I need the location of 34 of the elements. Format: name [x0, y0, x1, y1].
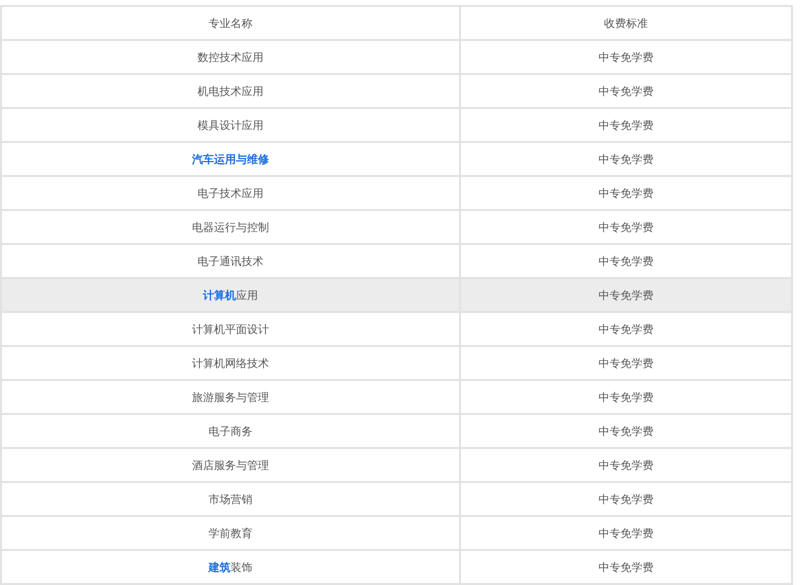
table-cell: 中专免学费 — [460, 312, 792, 346]
major-name: 电子技术应用 — [198, 186, 264, 200]
major-name: 电器运行与控制 — [192, 220, 269, 234]
table-cell: 中专免学费 — [460, 482, 792, 516]
table-cell: 中专免学费 — [460, 278, 792, 312]
major-name: 电子商务 — [208, 424, 252, 438]
major-name: 学前教育 — [208, 526, 252, 540]
table-cell: 中专免学费 — [460, 108, 792, 142]
major-link[interactable]: 汽车运用与维修 — [192, 152, 269, 166]
table-cell: 中专免学费 — [460, 176, 792, 210]
table-cell: 中专免学费 — [460, 380, 792, 414]
table-cell: 中专免学费 — [460, 346, 792, 380]
major-name: 电子通讯技术 — [198, 254, 264, 268]
table-cell: 中专免学费 — [460, 142, 792, 176]
table-cell: 中专免学费 — [460, 414, 792, 448]
table-cell: 中专免学费 — [460, 516, 792, 550]
major-name: 模具设计应用 — [198, 118, 264, 132]
column-header: 专业名称 — [1, 6, 460, 40]
table-cell: 中专免学费 — [460, 40, 792, 74]
table-cell: 中专免学费 — [460, 550, 792, 584]
major-name: 机电技术应用 — [198, 84, 264, 98]
major-name: 旅游服务与管理 — [192, 390, 269, 404]
major-name: 数控技术应用 — [198, 50, 264, 64]
major-name: 酒店服务与管理 — [192, 458, 269, 472]
major-name: 计算机网络技术 — [192, 356, 269, 370]
table-cell: 中专免学费 — [460, 244, 792, 278]
major-name: 建筑装饰 — [208, 560, 252, 574]
major-name: 市场营销 — [208, 492, 252, 506]
major-name: 计算机应用 — [203, 288, 258, 302]
column-header: 收费标准 — [460, 6, 792, 40]
major-name: 计算机平面设计 — [192, 322, 269, 336]
table-cell: 中专免学费 — [460, 448, 792, 482]
table-cell: 中专免学费 — [460, 210, 792, 244]
table-cell: 中专免学费 — [460, 74, 792, 108]
